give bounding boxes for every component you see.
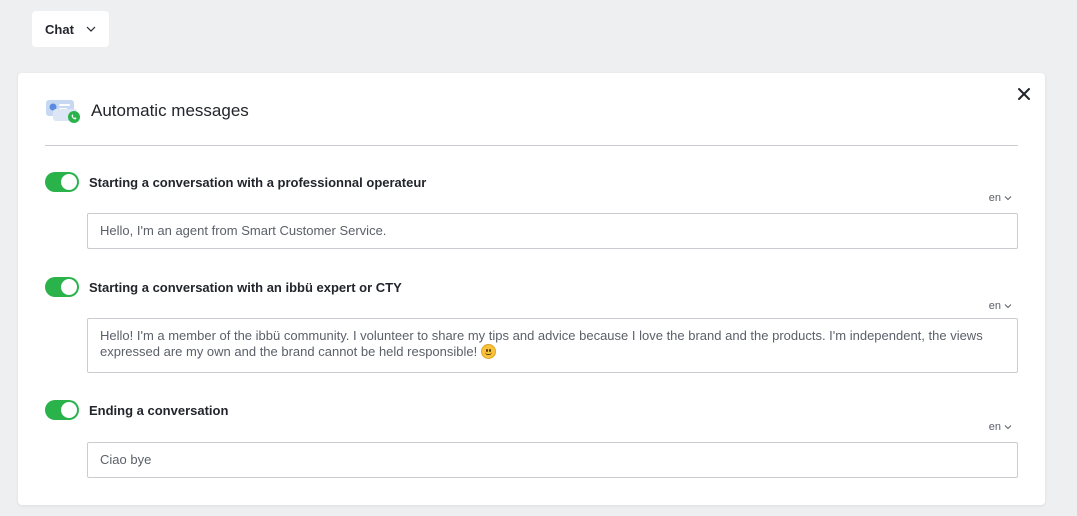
section-label: Ending a conversation bbox=[89, 402, 229, 418]
language-label: en bbox=[988, 192, 1001, 204]
message-text: Ciao bye bbox=[100, 452, 152, 467]
message-text: Hello, I'm an agent from Smart Customer … bbox=[100, 223, 387, 238]
language-label: en bbox=[988, 300, 1001, 312]
chevron-down-icon bbox=[1004, 304, 1012, 309]
message-text: Hello! I'm a member of the ibbü communit… bbox=[100, 328, 983, 359]
message-input[interactable]: Hello, I'm an agent from Smart Customer … bbox=[87, 213, 1018, 249]
close-icon[interactable] bbox=[1017, 87, 1031, 101]
section-start-operator: Starting a conversation with a professio… bbox=[45, 172, 1018, 252]
language-select[interactable]: en bbox=[989, 421, 1012, 433]
language-label: en bbox=[988, 421, 1001, 433]
channel-select-label: Chat bbox=[45, 21, 74, 37]
automatic-messages-panel: Automatic messages Starting a conversati… bbox=[18, 73, 1045, 505]
message-input[interactable]: Hello! I'm a member of the ibbü communit… bbox=[87, 318, 1018, 373]
language-select[interactable]: en bbox=[989, 300, 1012, 312]
section-ending: Ending a conversation en Ciao bye bbox=[45, 400, 1018, 480]
section-start-expert: Starting a conversation with an ibbü exp… bbox=[45, 277, 1018, 377]
chevron-down-icon bbox=[1004, 196, 1012, 201]
channel-select[interactable]: Chat bbox=[32, 11, 109, 47]
message-input[interactable]: Ciao bye bbox=[87, 442, 1018, 478]
toggle-start-expert[interactable] bbox=[45, 277, 79, 297]
section-label: Starting a conversation with an ibbü exp… bbox=[89, 279, 402, 295]
toggle-ending[interactable] bbox=[45, 400, 79, 420]
section-label: Starting a conversation with a professio… bbox=[89, 174, 427, 190]
toggle-start-operator[interactable] bbox=[45, 172, 79, 192]
chat-bubbles-icon bbox=[46, 100, 80, 123]
language-select[interactable]: en bbox=[989, 192, 1012, 204]
header-divider bbox=[45, 145, 1018, 146]
panel-header: Automatic messages bbox=[45, 98, 249, 124]
smiley-emoji-icon bbox=[480, 344, 496, 359]
chevron-down-icon bbox=[86, 26, 96, 32]
panel-title: Automatic messages bbox=[91, 101, 249, 120]
chevron-down-icon bbox=[1004, 425, 1012, 430]
